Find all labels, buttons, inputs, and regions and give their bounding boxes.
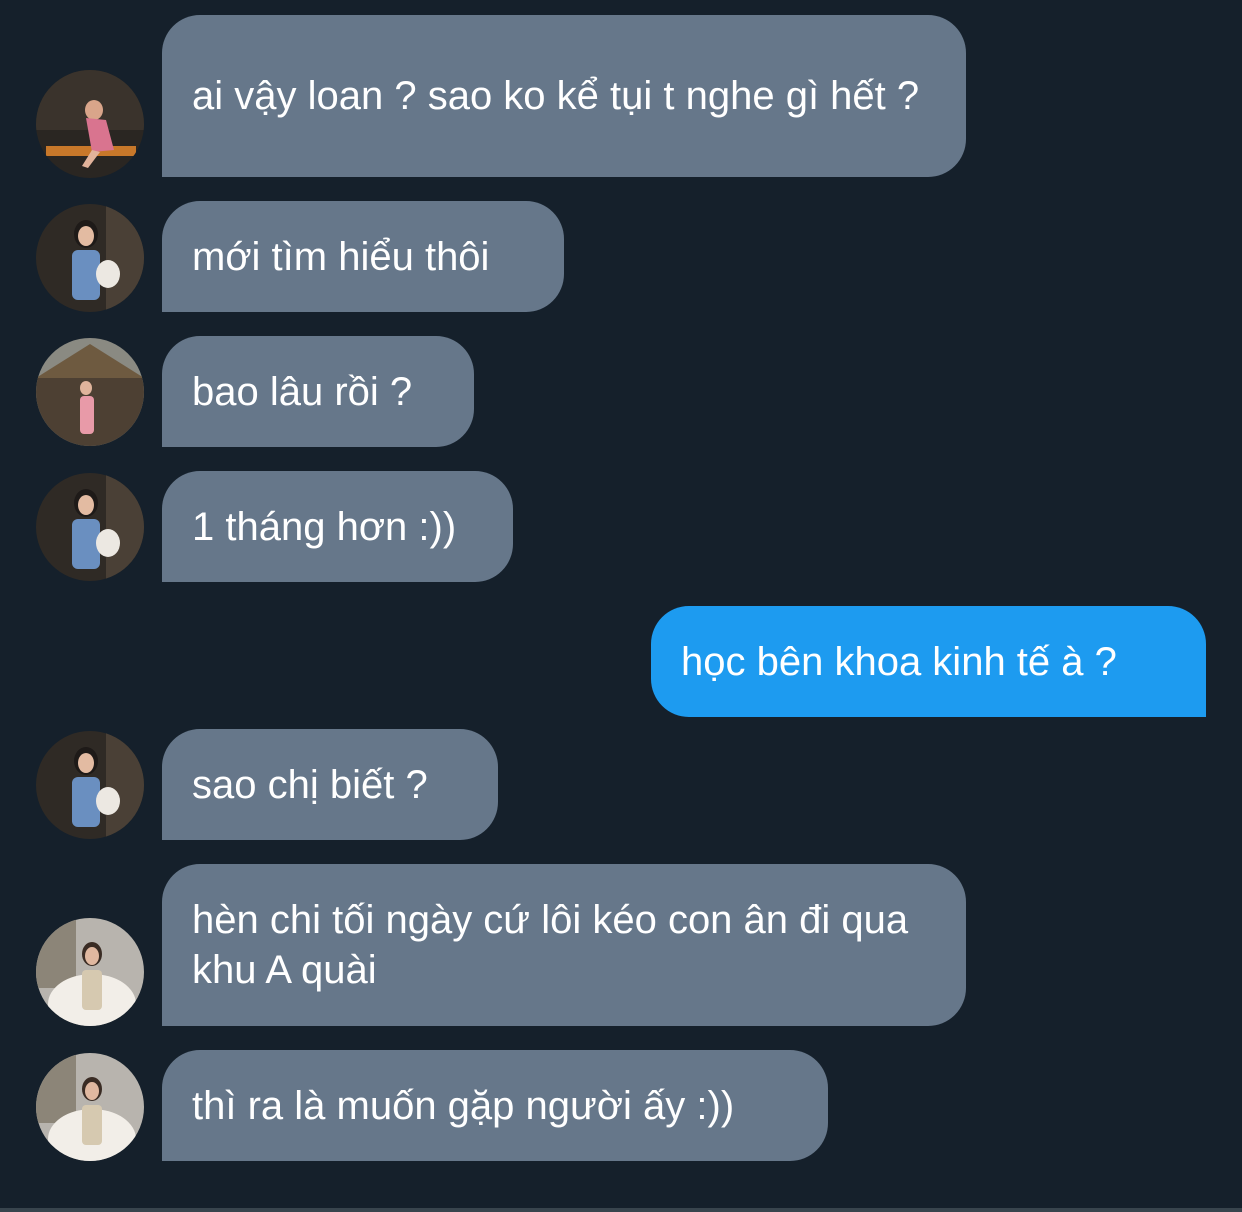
message-bubble-incoming[interactable]: ai vậy loan ? sao ko kể tụi t nghe gì hế… (162, 15, 966, 177)
chat-conversation: ai vậy loan ? sao ko kể tụi t nghe gì hế… (0, 0, 1242, 1212)
avatar-photo-woman-denim[interactable] (36, 473, 144, 581)
message-text: học bên khoa kinh tế à ? (681, 639, 1117, 684)
message-bubble-incoming[interactable]: hèn chi tối ngày cứ lôi kéo con ân đi qu… (162, 864, 966, 1026)
avatar-photo-woman-fur[interactable] (36, 918, 144, 1026)
message-bubble-incoming[interactable]: 1 tháng hơn :)) (162, 471, 513, 582)
message-bubble-incoming[interactable]: thì ra là muốn gặp người ấy :)) (162, 1050, 828, 1161)
avatar-photo-woman-hut[interactable] (36, 338, 144, 446)
message-text: mới tìm hiểu thôi (192, 234, 490, 279)
bottom-divider (0, 1208, 1242, 1212)
message-bubble-incoming[interactable]: bao lâu rồi ? (162, 336, 474, 447)
message-bubble-incoming[interactable]: sao chị biết ? (162, 729, 498, 840)
message-text: thì ra là muốn gặp người ấy :)) (192, 1083, 735, 1128)
avatar-photo-woman-fur[interactable] (36, 1053, 144, 1161)
message-text: hèn chi tối ngày cứ lôi kéo con ân đi qu… (192, 898, 909, 992)
avatar-photo-woman-denim[interactable] (36, 204, 144, 312)
message-bubble-outgoing[interactable]: học bên khoa kinh tế à ? (651, 606, 1206, 717)
message-text: sao chị biết ? (192, 762, 428, 807)
avatar-photo-woman-sitting[interactable] (36, 70, 144, 178)
message-bubble-incoming[interactable]: mới tìm hiểu thôi (162, 201, 564, 312)
avatar-photo-woman-denim[interactable] (36, 731, 144, 839)
message-text: bao lâu rồi ? (192, 369, 413, 414)
message-text: 1 tháng hơn :)) (192, 504, 457, 549)
message-text: ai vậy loan ? sao ko kể tụi t nghe gì hế… (192, 74, 920, 118)
